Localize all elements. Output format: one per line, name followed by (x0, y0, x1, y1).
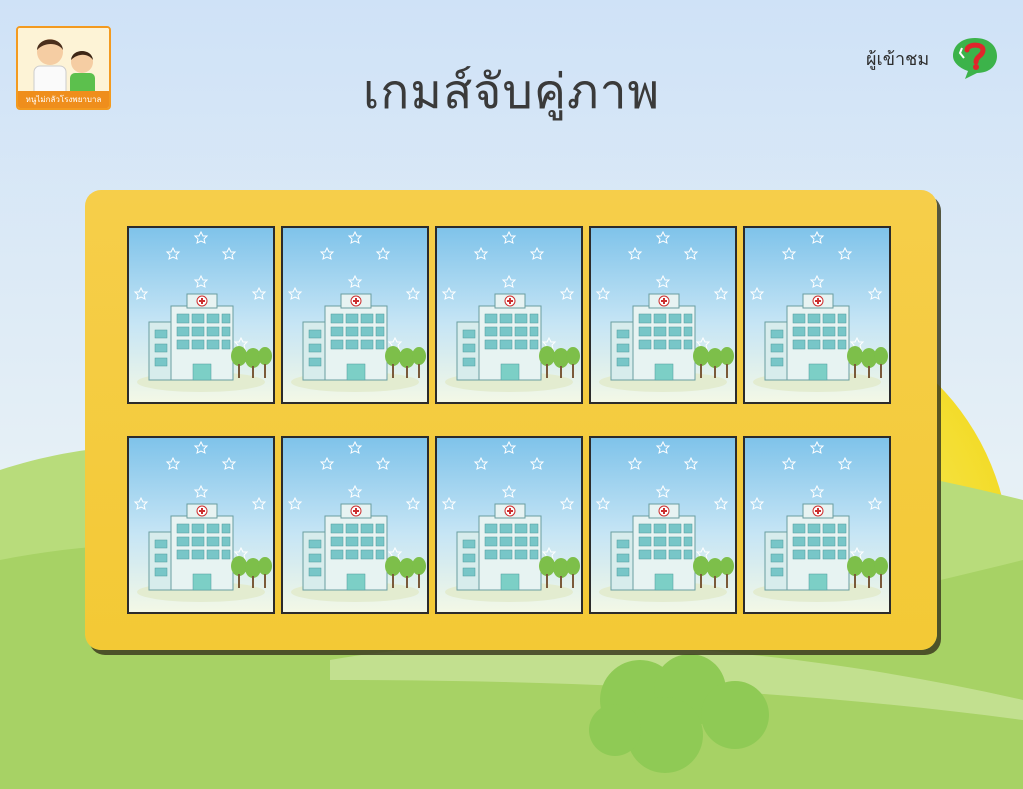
hospital-card-back (129, 228, 273, 402)
game-board (85, 190, 937, 650)
hospital-card-back (283, 438, 427, 612)
hospital-card-back (745, 228, 889, 402)
memory-card-1[interactable] (127, 226, 275, 404)
memory-card-2[interactable] (281, 226, 429, 404)
visitor-label[interactable]: ผู้เข้าชม (866, 44, 929, 73)
memory-card-3[interactable] (435, 226, 583, 404)
hospital-card-back (437, 228, 581, 402)
question-help-icon[interactable] (951, 36, 999, 80)
memory-card-5[interactable] (743, 226, 891, 404)
hospital-card-back (283, 228, 427, 402)
memory-card-10[interactable] (743, 436, 891, 614)
hospital-card-back (591, 438, 735, 612)
memory-card-4[interactable] (589, 226, 737, 404)
memory-card-7[interactable] (281, 436, 429, 614)
memory-card-8[interactable] (435, 436, 583, 614)
hospital-card-back (129, 438, 273, 612)
hospital-card-back (745, 438, 889, 612)
memory-card-6[interactable] (127, 436, 275, 614)
hospital-card-back (591, 228, 735, 402)
card-grid (127, 226, 891, 614)
memory-card-9[interactable] (589, 436, 737, 614)
hospital-card-back (437, 438, 581, 612)
